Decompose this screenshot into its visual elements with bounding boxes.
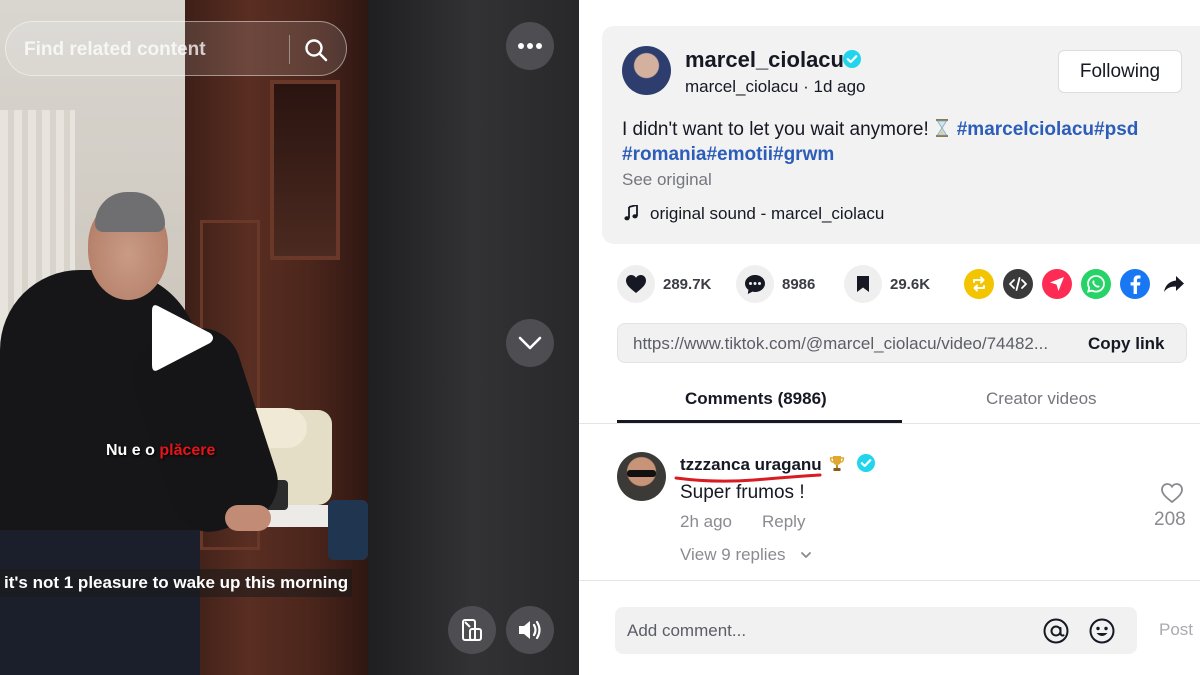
search-icon[interactable] [304,38,328,62]
scene-cabinet-glass [270,80,340,260]
sound-link[interactable]: original sound - marcel_ciolacu [650,204,884,224]
volume-button[interactable] [506,606,554,654]
composer-divider [579,580,1200,581]
reply-button[interactable]: Reply [762,512,805,532]
send-icon [1050,277,1064,291]
tiktok-video-page: Find related content Nu e o plăcere it's… [0,0,1200,675]
hashtags-line-1[interactable]: #marcelciolacu#psd [957,119,1139,140]
embed-code-icon [1009,277,1027,291]
whatsapp-icon [1087,275,1105,293]
video-text-overlay: Nu e o plăcere [106,442,215,460]
chevron-down-icon [518,336,542,350]
like-count: 289.7K [663,275,712,293]
whatsapp-share-button[interactable] [1081,269,1111,299]
more-options-button[interactable] [506,22,554,70]
overlay-text-white: Nu e o [106,442,160,459]
more-share-button[interactable] [1159,269,1189,299]
commenter-avatar[interactable] [617,452,666,501]
verified-badge-icon [843,50,861,68]
more-icon [518,43,542,49]
add-comment-placeholder: Add comment... [627,621,747,640]
view-replies-button[interactable]: View 9 replies [680,545,786,565]
save-button[interactable] [844,265,882,303]
tabs-divider [579,423,1200,424]
comment-count: 8986 [782,275,816,293]
video-subtitle: it's not 1 pleasure to wake up this morn… [0,569,353,597]
scene-kettle [328,500,368,560]
share-arrow-icon [1164,276,1184,292]
facebook-share-button[interactable] [1120,269,1150,299]
chevron-down-icon[interactable] [800,550,812,560]
emoji-icon[interactable] [1088,617,1116,645]
send-to-friends-button[interactable] [1042,269,1072,299]
comment-text: Super frumos ! [680,482,805,503]
scene-person-pants [0,530,200,675]
copy-link-button[interactable]: Copy link [1088,334,1165,354]
bookmark-icon [857,276,869,292]
volume-icon [519,620,541,640]
tab-comments[interactable]: Comments (8986) [685,389,827,409]
post-comment-button[interactable]: Post [1159,620,1193,640]
repost-button[interactable] [964,269,994,299]
pip-icon [462,619,482,641]
hourglass-icon [935,119,948,137]
mention-at-icon[interactable] [1042,617,1070,645]
caption-text: I didn't want to let you wait anymore! [622,119,929,140]
trophy-icon [829,456,845,471]
like-button[interactable] [617,265,655,303]
tab-creator-videos[interactable]: Creator videos [986,389,1097,409]
post-caption: I didn't want to let you wait anymore! #… [622,117,1192,167]
heart-icon [626,275,646,293]
add-comment-input[interactable]: Add comment... [615,607,1137,654]
related-search-box[interactable]: Find related content [5,21,347,76]
repost-icon [973,276,985,292]
floating-player-button[interactable] [448,606,496,654]
scene-person-hand [225,505,271,531]
comment-bubble-icon [745,274,765,294]
music-note-icon [624,205,638,221]
play-icon[interactable] [150,302,216,374]
comment-action[interactable]: 8986 [736,264,815,304]
facebook-icon [1130,275,1141,294]
comment-like-count: 208 [1154,509,1186,530]
embed-button[interactable] [1003,269,1033,299]
comment-button[interactable] [736,265,774,303]
hashtags-line-2[interactable]: #romania#emotii#grwm [622,144,834,165]
video-link-box[interactable]: https://www.tiktok.com/@marcel_ciolacu/v… [617,323,1187,363]
author-handle-time: marcel_ciolacu · 1d ago [685,77,866,96]
video-link-url[interactable]: https://www.tiktok.com/@marcel_ciolacu/v… [633,334,1073,354]
comment-time: 2h ago [680,512,732,531]
following-button[interactable]: Following [1058,50,1182,93]
see-original-link[interactable]: See original [622,170,712,190]
author-username[interactable]: marcel_ciolacu [685,47,844,73]
scene-person-hair [95,192,165,232]
comment-like-icon[interactable] [1160,482,1184,504]
overlay-text-red: plăcere [159,442,216,459]
related-search-placeholder: Find related content [24,39,206,60]
like-action[interactable]: 289.7K [617,264,711,304]
commenter-verified-icon [857,454,875,472]
next-video-button[interactable] [506,319,554,367]
video-player[interactable]: Find related content Nu e o plăcere it's… [0,0,579,675]
save-count: 29.6K [890,275,931,293]
search-divider [289,35,290,64]
author-avatar[interactable] [622,46,671,95]
save-action[interactable]: 29.6K [844,264,930,304]
